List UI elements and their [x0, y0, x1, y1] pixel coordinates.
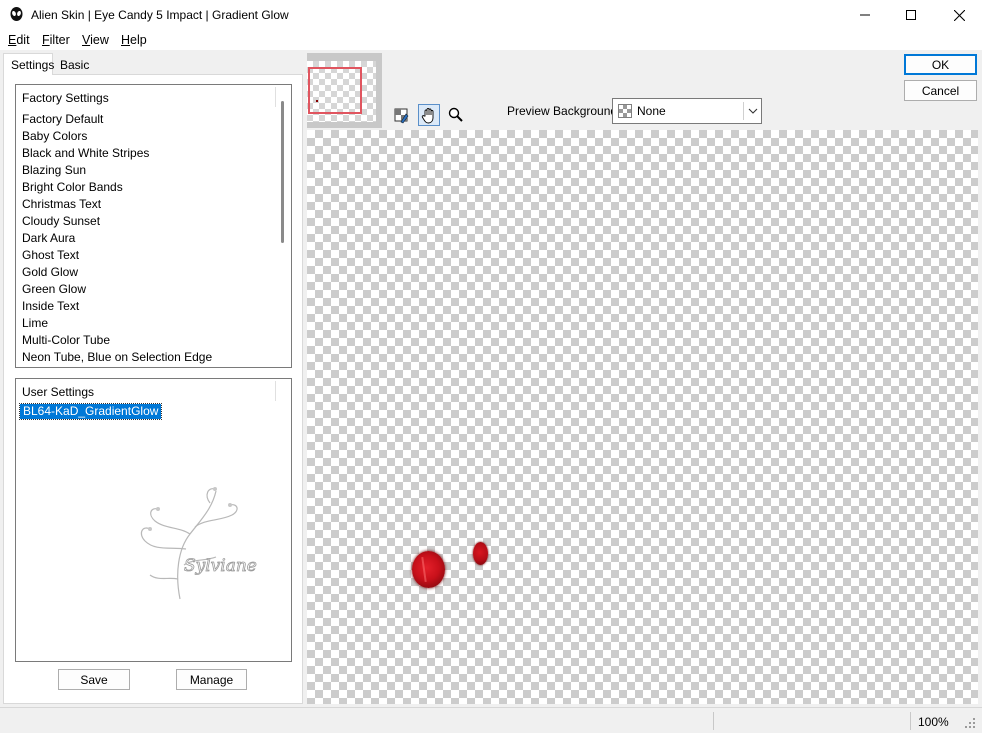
menu-view[interactable]: View	[82, 33, 109, 47]
preview-background-label: Preview Background:	[507, 104, 621, 118]
maximize-icon	[906, 10, 916, 20]
window-title: Alien Skin | Eye Candy 5 Impact | Gradie…	[31, 8, 289, 22]
list-item[interactable]: Cloudy Sunset	[22, 214, 100, 228]
status-divider	[713, 712, 714, 730]
hand-pan-icon	[421, 108, 434, 124]
navigator-view-rect[interactable]	[308, 67, 362, 114]
color-picker-icon	[394, 108, 409, 124]
save-button[interactable]: Save	[58, 669, 130, 690]
cancel-button[interactable]: Cancel	[904, 80, 977, 101]
user-setting-selected[interactable]: BL64-KaD_GradientGlow	[18, 403, 163, 420]
hand-tool-button[interactable]	[418, 104, 440, 126]
list-item[interactable]: Inside Text	[22, 299, 79, 313]
list-item[interactable]: Blazing Sun	[22, 163, 86, 177]
select-divider	[743, 102, 744, 120]
list-header-divider	[275, 381, 276, 401]
factory-settings-list[interactable]: Factory Settings Factory Default Baby Co…	[15, 84, 292, 368]
red-glow-drop-small	[473, 542, 488, 565]
ok-button[interactable]: OK	[904, 54, 977, 75]
close-icon	[953, 9, 965, 21]
svg-text:Sylviane: Sylviane	[184, 556, 257, 576]
red-glow-drop-large	[412, 551, 445, 588]
signature-watermark: Sylviane	[140, 487, 257, 600]
manage-button[interactable]: Manage	[176, 669, 247, 690]
menu-edit[interactable]: Edit	[8, 33, 30, 47]
tab-settings[interactable]: Settings	[3, 53, 54, 75]
list-item[interactable]: Bright Color Bands	[22, 180, 123, 194]
title-bar: Alien Skin | Eye Candy 5 Impact | Gradie…	[0, 0, 982, 30]
list-item[interactable]: Gold Glow	[22, 265, 78, 279]
list-item[interactable]: Dark Aura	[22, 231, 75, 245]
list-item[interactable]: Ghost Text	[22, 248, 79, 262]
user-settings-header: User Settings	[22, 385, 95, 399]
list-item[interactable]: Christmas Text	[22, 197, 101, 211]
menu-help[interactable]: Help	[121, 33, 147, 47]
menu-bar: Edit Filter View Help	[0, 30, 982, 50]
preview-background-value: None	[637, 104, 666, 118]
zoom-icon	[448, 107, 463, 122]
menu-filter[interactable]: Filter	[42, 33, 70, 47]
preview-canvas[interactable]	[307, 130, 978, 704]
list-item[interactable]: Baby Colors	[22, 129, 87, 143]
tab-basic[interactable]: Basic	[54, 56, 94, 75]
status-bar: 100%	[0, 707, 982, 733]
color-picker-tool-button[interactable]	[390, 104, 412, 126]
resize-grip-icon[interactable]	[963, 716, 977, 730]
preview-background-select[interactable]: None	[612, 98, 762, 124]
status-divider	[910, 712, 911, 730]
list-item[interactable]: Green Glow	[22, 282, 86, 296]
minimize-button[interactable]	[842, 0, 888, 30]
factory-list-scrollbar[interactable]	[281, 101, 284, 243]
zoom-tool-button[interactable]	[445, 104, 467, 126]
transparent-swatch-icon	[618, 104, 632, 118]
list-item[interactable]: Factory Default	[22, 112, 103, 126]
list-header-divider	[275, 87, 276, 107]
zoom-level: 100%	[918, 715, 949, 729]
list-item[interactable]: Multi-Color Tube	[22, 333, 110, 347]
factory-settings-header: Factory Settings	[22, 91, 109, 105]
preview-navigator[interactable]	[307, 53, 382, 128]
drop-highlight	[421, 556, 427, 583]
list-item[interactable]: Lime	[22, 316, 48, 330]
list-item[interactable]: Black and White Stripes	[22, 146, 149, 160]
alien-skin-icon	[10, 7, 23, 21]
maximize-button[interactable]	[888, 0, 934, 30]
navigator-thumbnail-mark	[316, 100, 318, 102]
list-item[interactable]: Neon Tube, Blue on Selection Edge	[22, 350, 212, 364]
chevron-down-icon	[748, 108, 758, 114]
minimize-icon	[860, 14, 870, 16]
user-settings-list[interactable]: User Settings BL64-KaD_GradientGlow Sylv…	[15, 378, 292, 662]
close-button[interactable]	[936, 0, 982, 30]
